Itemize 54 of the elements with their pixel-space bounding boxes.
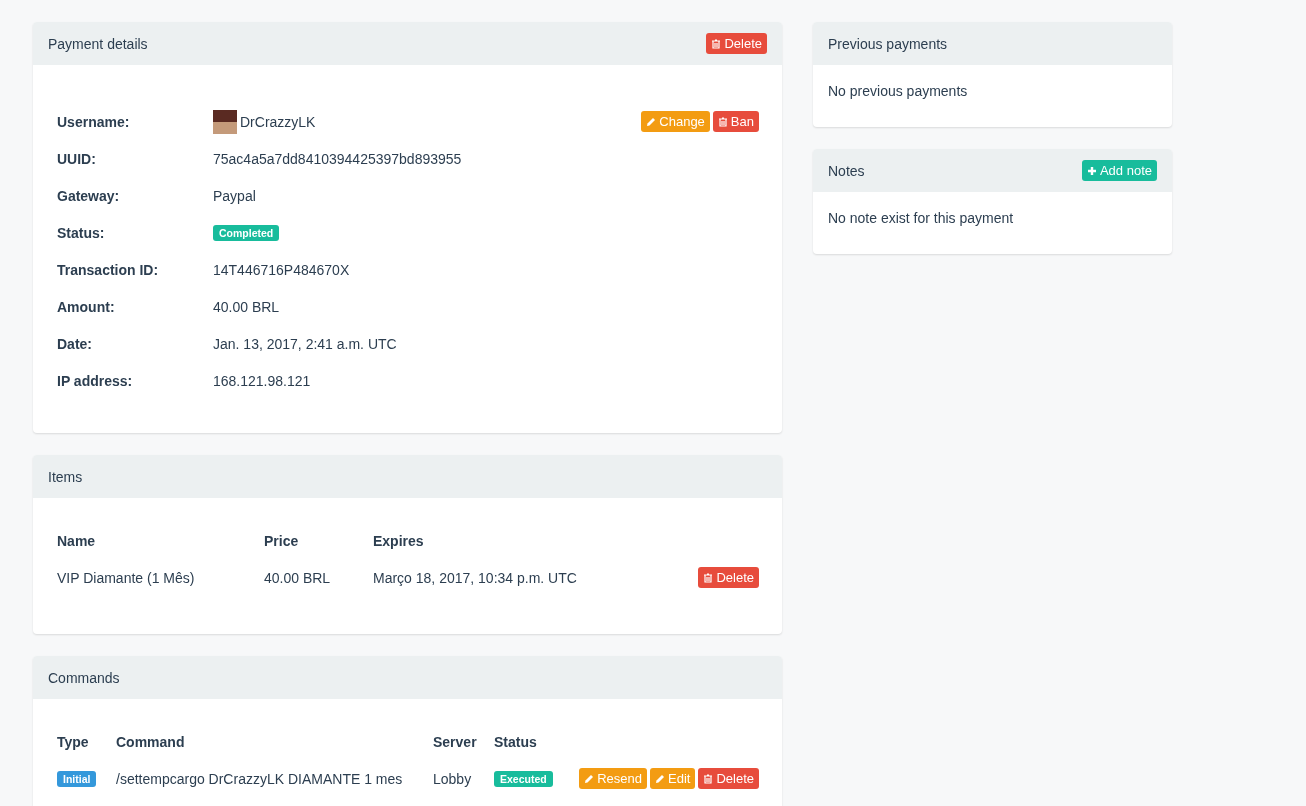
edit-button[interactable]: Change [641, 111, 710, 132]
column-header: Status [494, 733, 538, 750]
delete-button[interactable]: Ban [712, 111, 759, 132]
delete-button[interactable]: Delete [698, 567, 759, 588]
column-header: Name [57, 532, 97, 549]
detail-label: IP address: [57, 372, 134, 389]
detail-label: Status: [57, 224, 106, 241]
trash-icon [703, 572, 714, 583]
pencil-icon [646, 116, 657, 127]
panel-title: Notes [828, 162, 865, 179]
table-cell-text: Lobby [433, 770, 473, 787]
table-cell-text: VIP Diamante (1 Mês) [57, 569, 196, 586]
status-badge: Executed [494, 771, 553, 787]
username: DrCrazzyLK [240, 113, 316, 130]
empty-message: No note exist for this payment [827, 209, 1015, 228]
detail-label: Date: [57, 335, 93, 352]
panel-title: Commands [48, 669, 120, 686]
column-header: Type [57, 733, 90, 750]
plus-icon [1086, 165, 1097, 176]
table-cell-text: 40.00 BRL [264, 569, 332, 586]
panel-title: Items [48, 468, 83, 485]
detail-label: Username: [57, 113, 131, 130]
table-cell-text: /settempcargo DrCrazzyLK DIAMANTE 1 mes [116, 770, 404, 787]
avatar-icon [213, 109, 237, 134]
column-header: Price [264, 532, 300, 549]
detail-label: Gateway: [57, 187, 121, 204]
column-header: Expires [373, 532, 425, 549]
detail-value: 14T446716P484670X [213, 261, 351, 278]
trash-icon [703, 773, 714, 784]
edit-button[interactable]: Edit [650, 768, 696, 789]
edit-button[interactable]: Resend [579, 768, 647, 789]
pencil-icon [655, 773, 665, 784]
trash-icon [711, 38, 722, 49]
table-cell-text: Março 18, 2017, 10:34 p.m. UTC [373, 569, 578, 586]
detail-label: Transaction ID: [57, 261, 160, 278]
detail-label: Amount: [57, 298, 116, 315]
column-header: Command [116, 733, 186, 750]
status-badge: Initial [57, 771, 97, 787]
detail-value: 168.121.98.121 [213, 372, 312, 389]
trash-icon [717, 116, 728, 127]
detail-value: Paypal [213, 187, 257, 204]
status-badge: Completed [213, 225, 280, 241]
panel-title: Payment details [48, 35, 148, 52]
add-button[interactable]: Add note [1081, 160, 1157, 181]
panel-title: Previous payments [828, 35, 948, 52]
detail-value: Jan. 13, 2017, 2:41 a.m. UTC [213, 335, 398, 352]
detail-value: 75ac4a5a7dd8410394425397bd893955 [213, 150, 463, 167]
detail-label: UUID: [57, 150, 97, 167]
pencil-icon [584, 773, 595, 784]
delete-button[interactable]: Delete [706, 33, 767, 54]
column-header: Server [433, 733, 478, 750]
delete-button[interactable]: Delete [698, 768, 759, 789]
detail-value: 40.00 BRL [213, 298, 281, 315]
empty-message: No previous payments [827, 82, 969, 101]
